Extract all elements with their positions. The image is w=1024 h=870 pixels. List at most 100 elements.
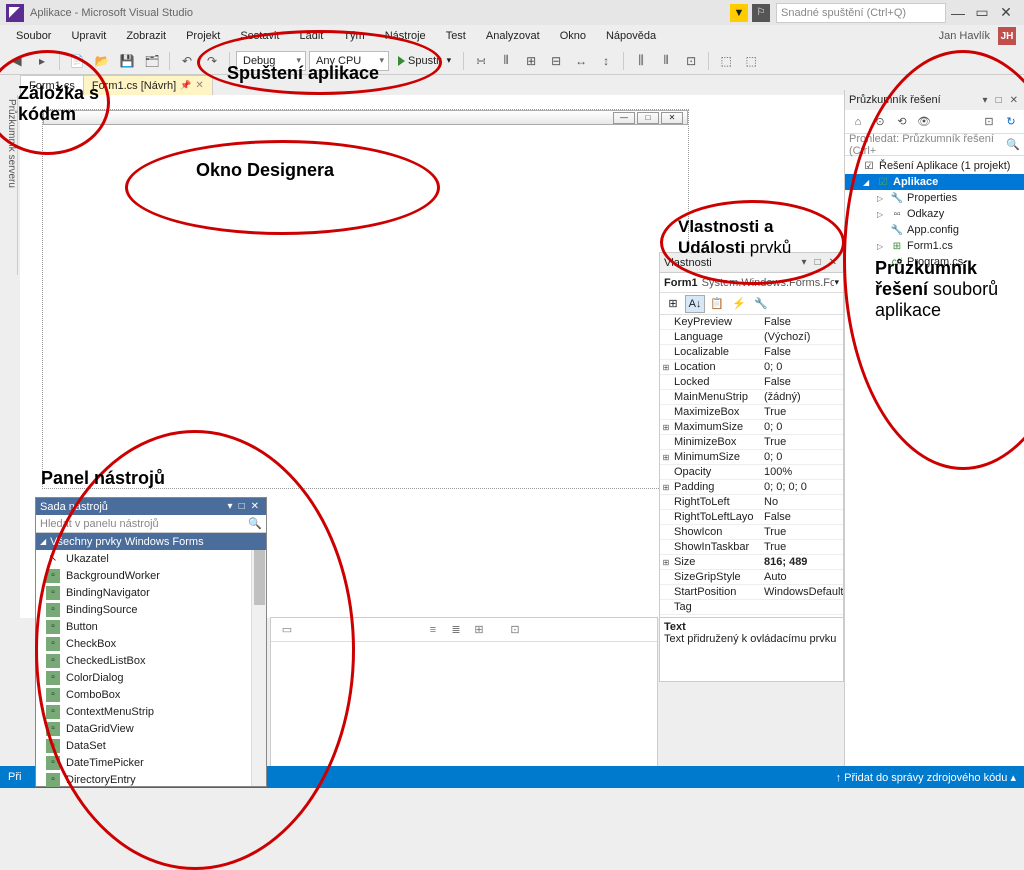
close-tab-icon[interactable]: ✕ bbox=[195, 80, 203, 91]
menu-zobrazit[interactable]: Zobrazit bbox=[118, 28, 174, 44]
toolbox-item[interactable]: ▫ColorDialog bbox=[36, 669, 266, 686]
props-pin-icon[interactable]: □ bbox=[813, 257, 823, 268]
prop-row[interactable]: LocalizableFalse bbox=[660, 345, 843, 360]
restore-button[interactable]: ▭ bbox=[970, 4, 994, 21]
sol-form1[interactable]: ▷⊞Form1.cs bbox=[845, 238, 1024, 254]
menu-sestavit[interactable]: Sestavit bbox=[232, 28, 287, 44]
toolbox-item[interactable]: ↖Ukazatel bbox=[36, 550, 266, 567]
toolbox-scrollbar[interactable] bbox=[251, 550, 266, 786]
spacing1-icon[interactable]: ⫼ bbox=[630, 50, 652, 72]
prop-row[interactable]: Opacity100% bbox=[660, 465, 843, 480]
props-object-combo[interactable]: Form1System.Windows.Forms.Form▾ bbox=[660, 273, 843, 293]
server-explorer-tab[interactable]: Průzkumník serveru bbox=[0, 95, 18, 275]
toolbox-category[interactable]: ◢Všechny prvky Windows Forms bbox=[36, 533, 266, 550]
prop-row[interactable]: ⊞MinimumSize0; 0 bbox=[660, 450, 843, 465]
prop-row[interactable]: ⊞Size816; 489 bbox=[660, 555, 843, 570]
prop-row[interactable]: StartPositionWindowsDefaultLoc bbox=[660, 585, 843, 600]
prop-row[interactable]: RightToLeftLayoFalse bbox=[660, 510, 843, 525]
props-pages-icon[interactable]: 🔧 bbox=[751, 295, 771, 313]
config-combo[interactable]: Debug bbox=[236, 51, 306, 71]
prop-row[interactable]: TextForm1 bbox=[660, 615, 843, 617]
sol-root[interactable]: ☑Řešení Aplikace (1 projekt) bbox=[845, 158, 1024, 174]
menu-soubor[interactable]: Soubor bbox=[8, 28, 59, 44]
align6-icon[interactable]: ↕ bbox=[595, 50, 617, 72]
notification-icon[interactable]: ▼ bbox=[730, 4, 748, 22]
forward-icon[interactable]: ▸ bbox=[31, 50, 53, 72]
menu-nastroje[interactable]: Nástroje bbox=[377, 28, 434, 44]
toolbox-close-icon[interactable]: ✕ bbox=[248, 501, 262, 512]
solexp-dropdown-icon[interactable]: ▾ bbox=[981, 95, 990, 106]
toolbox-item[interactable]: ▫ComboBox bbox=[36, 686, 266, 703]
toolbox-item[interactable]: ▫Button bbox=[36, 618, 266, 635]
spacing2-icon[interactable]: ⫴ bbox=[655, 50, 677, 72]
prop-row[interactable]: ⊞Padding0; 0; 0; 0 bbox=[660, 480, 843, 495]
prop-row[interactable]: Tag bbox=[660, 600, 843, 615]
toolbox-item[interactable]: ▫DataSet bbox=[36, 737, 266, 754]
solexp-pin-icon[interactable]: □ bbox=[994, 95, 1004, 106]
sol-b3-icon[interactable]: 👁 bbox=[915, 113, 933, 131]
toolbox-item[interactable]: ▫DataGridView bbox=[36, 720, 266, 737]
menu-napoveda[interactable]: Nápověda bbox=[598, 28, 664, 44]
prop-row[interactable]: ⊞MaximumSize0; 0 bbox=[660, 420, 843, 435]
toolbox-item[interactable]: ▫DirectoryEntry bbox=[36, 771, 266, 788]
spacing3-icon[interactable]: ⊡ bbox=[680, 50, 702, 72]
sol-b4-icon[interactable]: ⊡ bbox=[980, 113, 998, 131]
out-b3-icon[interactable]: ⊞ bbox=[469, 620, 489, 640]
platform-combo[interactable]: Any CPU bbox=[309, 51, 389, 71]
out-b2-icon[interactable]: ≣ bbox=[446, 620, 466, 640]
toolbox-pin-icon[interactable]: □ bbox=[236, 501, 248, 512]
prop-row[interactable]: ⊞Location0; 0 bbox=[660, 360, 843, 375]
out-b4-icon[interactable]: ⊡ bbox=[505, 620, 525, 640]
order1-icon[interactable]: ⬚ bbox=[715, 50, 737, 72]
align4-icon[interactable]: ⊟ bbox=[545, 50, 567, 72]
run-button[interactable]: Spustit▾ bbox=[392, 50, 457, 72]
props-props-icon[interactable]: 📋 bbox=[707, 295, 727, 313]
tab-form1-design[interactable]: Form1.cs [Návrh]📌✕ bbox=[83, 75, 213, 95]
menu-okno[interactable]: Okno bbox=[552, 28, 594, 44]
refresh-icon[interactable]: ↻ bbox=[1002, 113, 1020, 131]
props-dropdown-icon[interactable]: ▾ bbox=[800, 257, 809, 268]
toolbox-item[interactable]: ▫BindingNavigator bbox=[36, 584, 266, 601]
undo-icon[interactable]: ↶ bbox=[176, 50, 198, 72]
user-badge[interactable]: JH bbox=[998, 27, 1016, 45]
props-events-icon[interactable]: ⚡ bbox=[729, 295, 749, 313]
prop-row[interactable]: MaximizeBoxTrue bbox=[660, 405, 843, 420]
align3-icon[interactable]: ⊞ bbox=[520, 50, 542, 72]
sol-b1-icon[interactable]: ⊙ bbox=[871, 113, 889, 131]
toolbox-dropdown-icon[interactable]: ▾ bbox=[225, 501, 236, 512]
toolbox-item[interactable]: ▫CheckedListBox bbox=[36, 652, 266, 669]
prop-row[interactable]: SizeGripStyleAuto bbox=[660, 570, 843, 585]
toolbox-item[interactable]: ▫BindingSource bbox=[36, 601, 266, 618]
solexp-search[interactable]: Prohledat: Průzkumník řešení (Ctrl+🔍 bbox=[845, 134, 1024, 156]
props-close-icon[interactable]: ✕ bbox=[827, 257, 839, 268]
menu-upravit[interactable]: Upravit bbox=[63, 28, 114, 44]
prop-row[interactable]: MinimizeBoxTrue bbox=[660, 435, 843, 450]
sol-project[interactable]: ◢☑Aplikace bbox=[845, 174, 1024, 190]
align2-icon[interactable]: ⫴ bbox=[495, 50, 517, 72]
back-icon[interactable]: ◀ bbox=[6, 50, 28, 72]
home-icon[interactable]: ⌂ bbox=[849, 113, 867, 131]
design-canvas[interactable]: — □ ✕ bbox=[42, 109, 689, 489]
menu-analyzovat[interactable]: Analyzovat bbox=[478, 28, 548, 44]
new-icon[interactable]: 📄 bbox=[66, 50, 88, 72]
menu-projekt[interactable]: Projekt bbox=[178, 28, 228, 44]
saveall-icon[interactable]: 🗂 bbox=[141, 50, 163, 72]
prop-row[interactable]: ShowInTaskbarTrue bbox=[660, 540, 843, 555]
props-cat-icon[interactable]: ⊞ bbox=[663, 295, 683, 313]
user-name[interactable]: Jan Havlík bbox=[939, 30, 994, 42]
solexp-close-icon[interactable]: ✕ bbox=[1008, 95, 1020, 106]
menu-ladit[interactable]: Ladit bbox=[291, 28, 331, 44]
close-button[interactable]: ✕ bbox=[994, 4, 1018, 21]
toolbox-item[interactable]: ▫DateTimePicker bbox=[36, 754, 266, 771]
prop-row[interactable]: KeyPreviewFalse bbox=[660, 315, 843, 330]
prop-row[interactable]: ShowIconTrue bbox=[660, 525, 843, 540]
toolbox-item[interactable]: ▫CheckBox bbox=[36, 635, 266, 652]
redo-icon[interactable]: ↷ bbox=[201, 50, 223, 72]
props-alpha-icon[interactable]: A↓ bbox=[685, 295, 705, 313]
open-icon[interactable]: 📂 bbox=[91, 50, 113, 72]
sol-program[interactable]: c#Program.cs bbox=[845, 254, 1024, 270]
menu-tym[interactable]: Tým bbox=[335, 28, 372, 44]
pin-icon[interactable]: 📌 bbox=[180, 80, 191, 91]
out-b1-icon[interactable]: ≡ bbox=[423, 620, 443, 640]
out-icon[interactable]: ▭ bbox=[277, 620, 297, 640]
